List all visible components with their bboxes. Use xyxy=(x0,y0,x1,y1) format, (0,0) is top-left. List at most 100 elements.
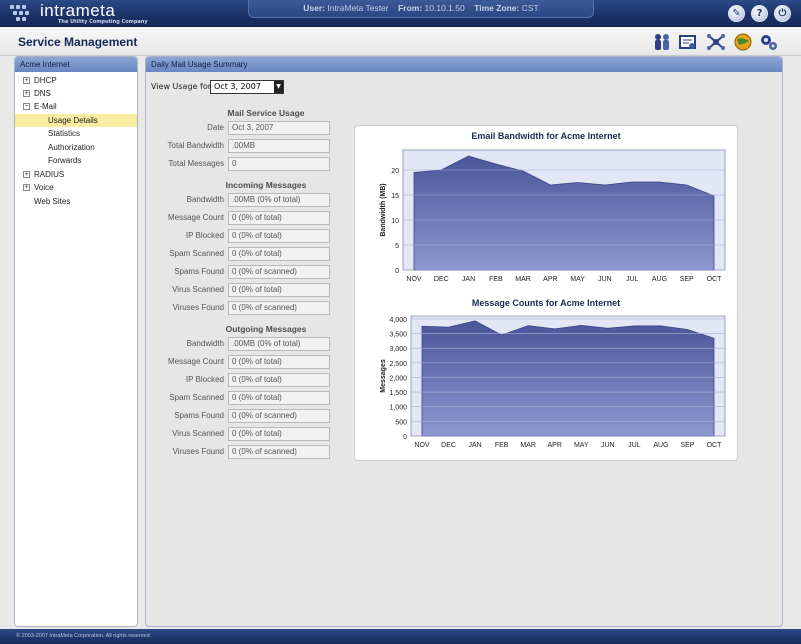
x-tick-label: JAN xyxy=(462,276,475,283)
field-value: 0 (0% of total) xyxy=(228,247,330,261)
field-label: Virus Scanned xyxy=(172,285,224,294)
tree-item-forwards[interactable]: Forwards xyxy=(48,154,81,167)
x-tick-label: JUL xyxy=(626,276,639,283)
field-label: Total Messages xyxy=(168,159,224,168)
tree-item-label: Usage Details xyxy=(48,116,98,125)
tree-item-label: Authorization xyxy=(48,143,95,152)
field-value: 0 (0% of total) xyxy=(228,229,330,243)
field-label: Message Count xyxy=(167,357,224,366)
user-label: User: xyxy=(303,3,325,13)
tools-icon[interactable]: ✎ xyxy=(728,5,745,22)
field-label: Bandwidth xyxy=(186,195,224,204)
field-value: .00MB (0% of total) xyxy=(228,337,330,351)
globe-icon[interactable] xyxy=(733,33,753,51)
x-tick-label: JUN xyxy=(598,276,612,283)
from-label: From: xyxy=(398,3,423,13)
area-series xyxy=(421,320,715,437)
field-label: Bandwidth xyxy=(186,339,224,348)
network-icon[interactable] xyxy=(706,33,726,51)
x-tick-label: MAY xyxy=(570,276,585,283)
y-tick-label: 1,500 xyxy=(389,390,407,397)
x-tick-label: APR xyxy=(543,276,557,283)
tree-item-web-sites[interactable]: Web Sites xyxy=(34,195,70,208)
tree-item-label: E-Mail xyxy=(34,102,57,111)
tree-item-authorization[interactable]: Authorization xyxy=(48,141,95,154)
y-axis-label: Bandwidth (MB) xyxy=(380,183,387,236)
field-label: IP Blocked xyxy=(185,375,224,384)
y-tick-label: 500 xyxy=(395,419,407,426)
x-tick-label: SEP xyxy=(680,276,694,283)
x-tick-label: FEB xyxy=(489,276,503,283)
field-label: Viruses Found xyxy=(172,303,224,312)
field-value: 0 (0% of total) xyxy=(228,373,330,387)
timezone-value: CST xyxy=(521,3,539,13)
field-value: .00MB xyxy=(228,139,330,153)
field-value: 0 (0% of total) xyxy=(228,283,330,297)
x-tick-label: APR xyxy=(548,442,562,449)
field-label: Total Bandwidth xyxy=(167,141,224,150)
x-tick-label: MAR xyxy=(515,276,531,283)
field-label: Message Count xyxy=(167,213,224,222)
y-tick-label: 0 xyxy=(403,434,407,441)
customer-name: Acme Internet xyxy=(15,57,137,72)
x-tick-label: NOV xyxy=(414,442,430,449)
users-icon[interactable] xyxy=(652,33,672,51)
field-value: .00MB (0% of total) xyxy=(228,193,330,207)
field-value: 0 (0% of scanned) xyxy=(228,265,330,279)
y-tick-label: 3,000 xyxy=(389,346,407,353)
field-value: Oct 3, 2007 xyxy=(228,121,330,135)
x-tick-label: JUN xyxy=(601,442,615,449)
tree-item-label: DNS xyxy=(34,89,51,98)
y-tick-label: 3,500 xyxy=(389,332,407,339)
y-tick-label: 5 xyxy=(395,243,399,250)
expand-icon[interactable]: + xyxy=(23,90,30,97)
expand-icon[interactable]: + xyxy=(23,184,30,191)
footer-copyright: © 2003-2007 IntraMeta Corporation. All r… xyxy=(0,629,801,644)
x-tick-label: MAY xyxy=(574,442,589,449)
tree-item-label: Forwards xyxy=(48,156,82,165)
tree-item-label: Web Sites xyxy=(34,197,71,206)
field-label: Viruses Found xyxy=(172,447,224,456)
brand-name: intrameta xyxy=(40,1,116,20)
power-icon[interactable]: ⏻ xyxy=(774,5,791,22)
usage-summary-panel: Daily Mail Usage Summary View Usage for:… xyxy=(145,56,783,627)
x-tick-label: OCT xyxy=(707,276,723,283)
field-label: Spams Found xyxy=(174,267,224,276)
x-tick-label: SEP xyxy=(680,442,694,449)
collapse-icon[interactable]: − xyxy=(23,103,30,110)
tree-item-label: RADIUS xyxy=(34,170,65,179)
field-value: 0 (0% of total) xyxy=(228,355,330,369)
tree-item-statistics[interactable]: Statistics xyxy=(48,127,80,140)
x-tick-label: DEC xyxy=(441,442,456,449)
y-tick-label: 10 xyxy=(391,218,399,225)
x-tick-label: FEB xyxy=(495,442,509,449)
dropdown-arrow-icon[interactable]: ▼ xyxy=(274,81,283,93)
y-tick-label: 15 xyxy=(391,193,399,200)
usage-date-select[interactable]: Oct 3, 2007 ▼ xyxy=(210,80,284,94)
messages-chart-title: Message Counts for Acme Internet xyxy=(471,298,621,308)
expand-icon[interactable]: + xyxy=(23,171,30,178)
x-tick-label: JUL xyxy=(628,442,641,449)
expand-icon[interactable]: + xyxy=(23,77,30,84)
field-value: 0 (0% of scanned) xyxy=(228,409,330,423)
tree-item-label: Statistics xyxy=(48,129,81,138)
field-value: 0 (0% of total) xyxy=(228,427,330,441)
certificate-icon[interactable] xyxy=(678,33,698,51)
field-value: 0 (0% of scanned) xyxy=(228,445,330,459)
page-header: Service Management xyxy=(0,27,801,56)
tree-item-usage-details[interactable]: Usage Details xyxy=(15,114,137,127)
field-label: Date xyxy=(207,123,224,132)
field-label: IP Blocked xyxy=(185,231,224,240)
session-info: User: IntraMeta Tester From: 10.10.1.50 … xyxy=(248,0,594,18)
tree-item-label: Voice xyxy=(34,183,54,192)
field-value: 0 (0% of scanned) xyxy=(228,301,330,315)
field-label: Virus Scanned xyxy=(172,429,224,438)
y-tick-label: 1,000 xyxy=(389,405,407,412)
top-bar: intrameta The Utility Computing Company … xyxy=(0,0,801,27)
x-tick-label: DEC xyxy=(434,276,449,283)
y-tick-label: 0 xyxy=(395,268,399,275)
logo-mark-icon xyxy=(10,5,36,21)
help-icon[interactable]: ? xyxy=(751,5,768,22)
gears-icon[interactable] xyxy=(759,33,779,51)
x-tick-label: AUG xyxy=(653,442,668,449)
